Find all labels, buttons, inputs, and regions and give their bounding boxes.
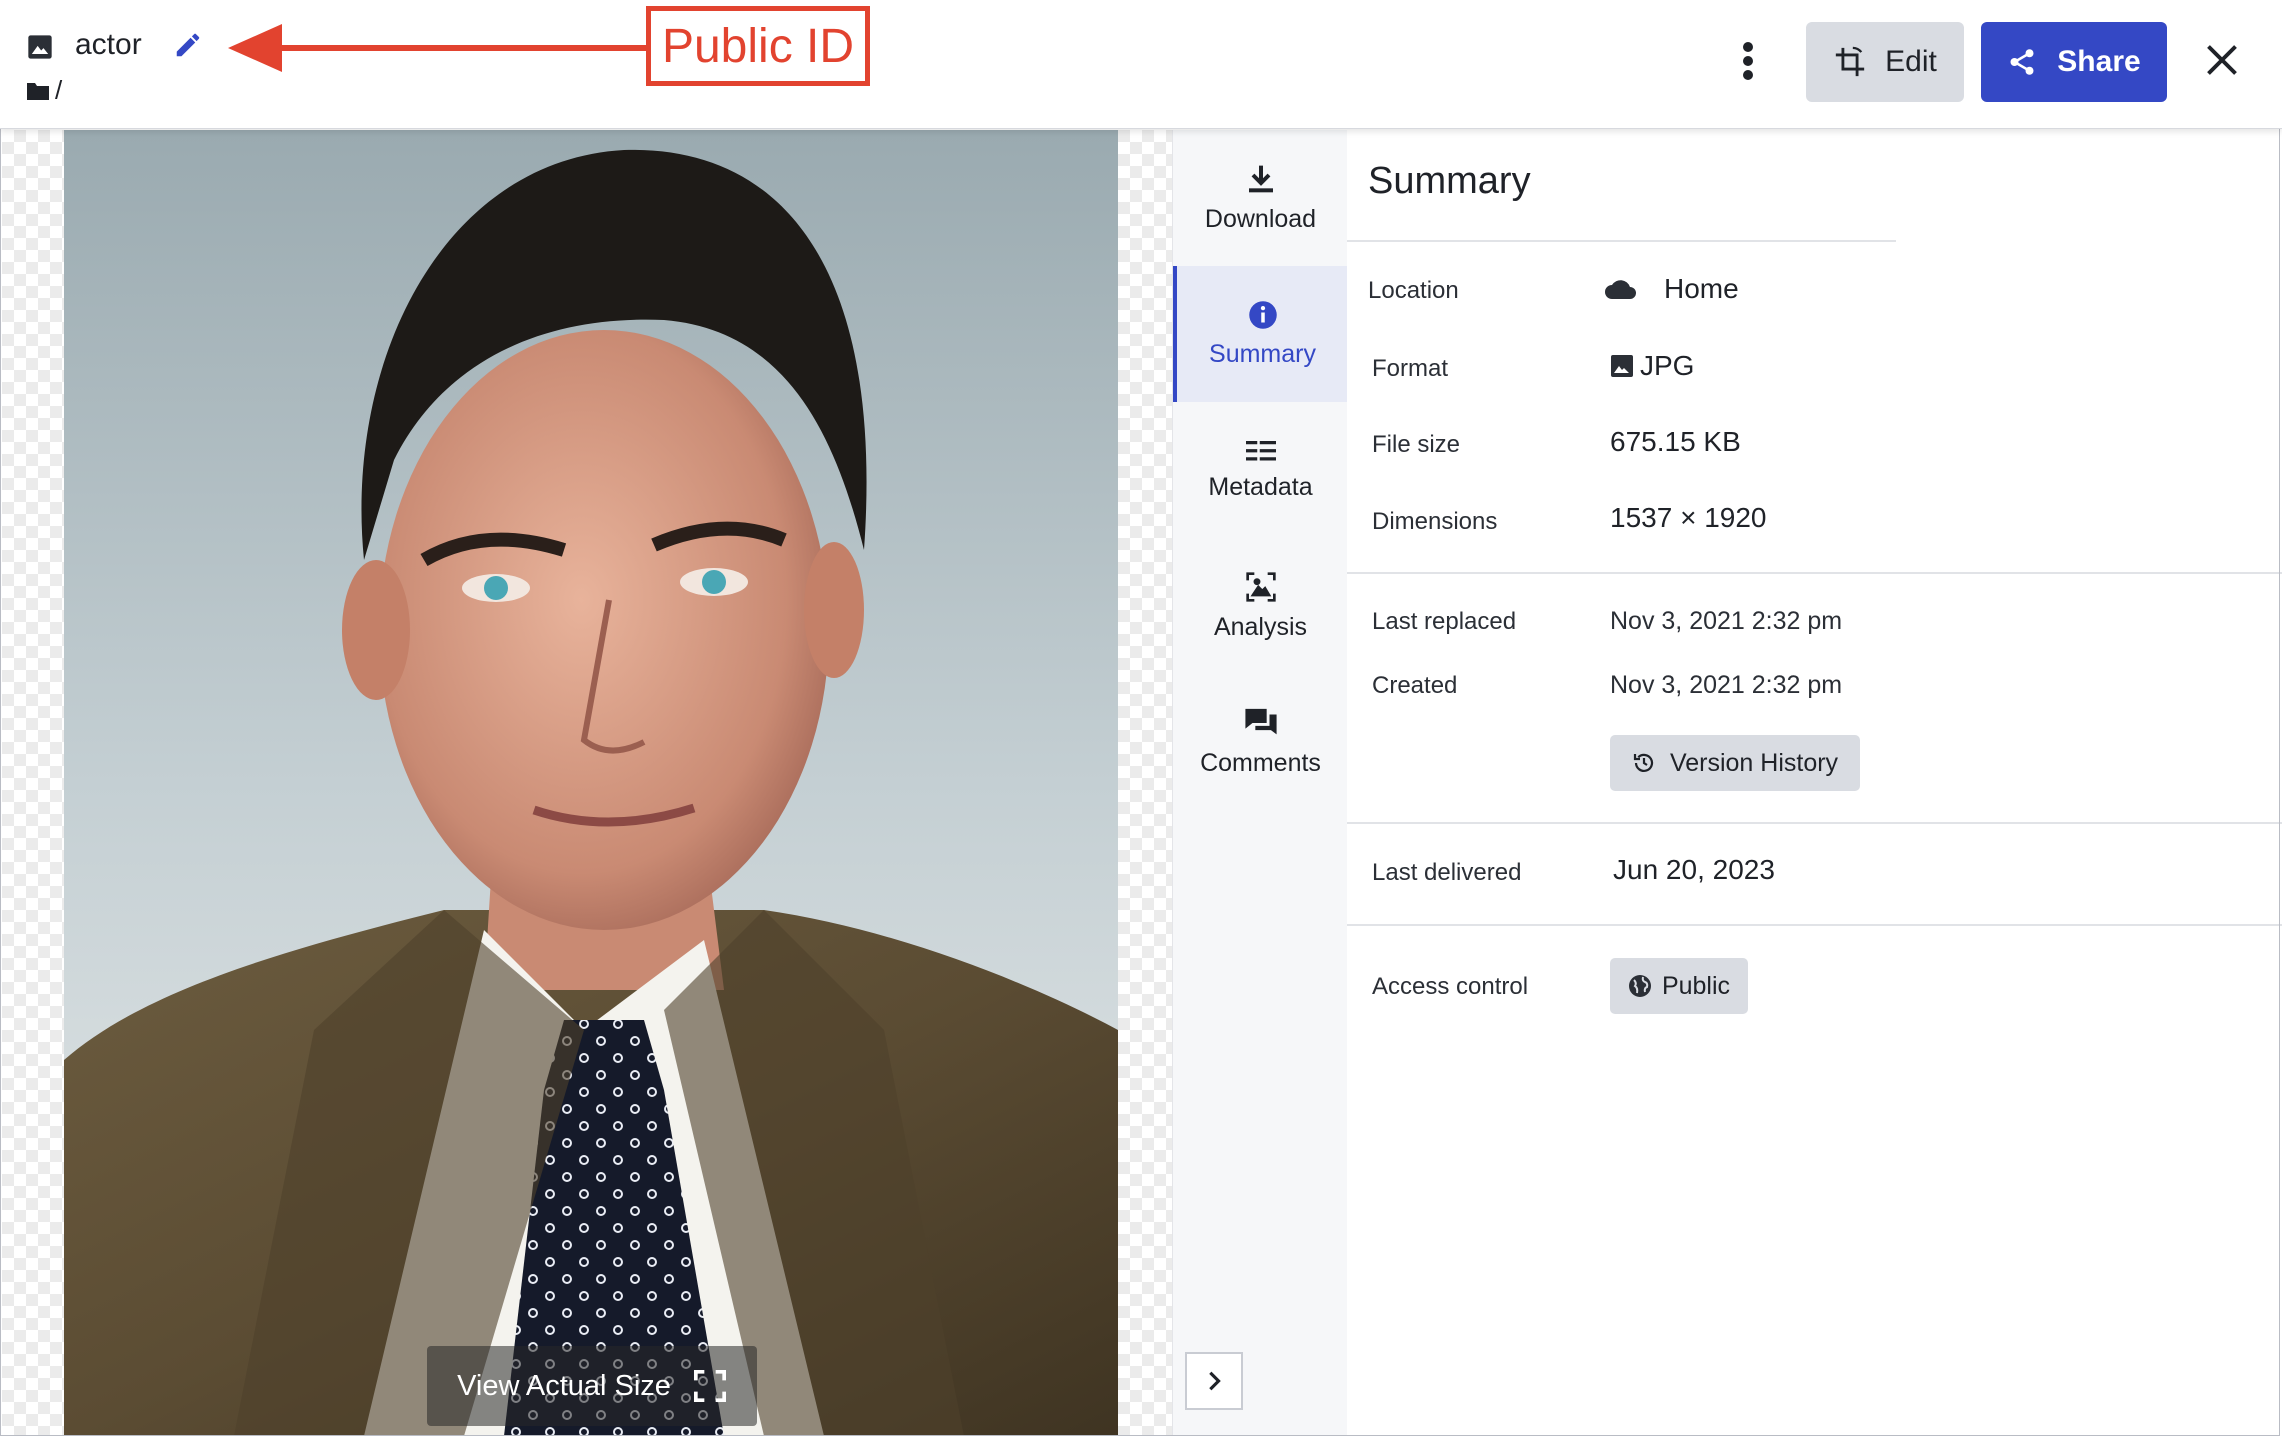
image-icon: [1611, 355, 1633, 377]
tab-download[interactable]: Download: [1173, 130, 1348, 266]
image-preview: View Actual Size: [2, 130, 1172, 1436]
last-replaced-value: Nov 3, 2021 2:32 pm: [1610, 607, 1843, 635]
divider: [1347, 240, 1896, 242]
asset-header: actor / Public ID Edit Share: [0, 0, 2282, 129]
version-history-label: Version History: [1669, 748, 1839, 777]
access-control-value: Public: [1661, 971, 1731, 1000]
more-options-button[interactable]: [1728, 26, 1768, 96]
tab-summary[interactable]: Summary: [1173, 266, 1348, 402]
download-icon: [1248, 165, 1273, 192]
view-actual-size-label: View Actual Size: [457, 1369, 671, 1402]
annotation-label: Public ID: [661, 19, 855, 73]
format-label: Format: [1372, 355, 1449, 382]
tab-analysis-label: Analysis: [1213, 612, 1308, 641]
view-actual-size-button[interactable]: View Actual Size: [427, 1346, 757, 1426]
share-icon: [2010, 49, 2034, 75]
cloud-icon: [1605, 280, 1636, 299]
location-label: Location: [1368, 277, 1459, 304]
list-icon: [1245, 440, 1276, 460]
more-vertical-icon: [1743, 42, 1753, 80]
location-value: Home: [1604, 273, 1739, 305]
format-value: JPG: [1610, 350, 1694, 382]
fullscreen-icon: [693, 1369, 726, 1403]
summary-panel: Summary Location Home Format JPG File si…: [1347, 130, 2282, 1436]
annotation-box: Public ID: [646, 6, 870, 86]
globe-icon: [1628, 975, 1651, 997]
crop-icon: [1835, 46, 1865, 77]
tab-metadata-label: Metadata: [1208, 472, 1313, 501]
portrait-photo[interactable]: [64, 130, 1118, 1436]
version-history-button[interactable]: Version History: [1610, 735, 1860, 791]
share-button[interactable]: Share: [1981, 22, 2167, 102]
close-button[interactable]: [2200, 38, 2244, 82]
dimensions-label: Dimensions: [1372, 508, 1498, 535]
public-id-text: actor: [75, 28, 142, 61]
last-delivered-value: Jun 20, 2023: [1613, 854, 1775, 885]
divider: [1347, 572, 2282, 574]
summary-title: Summary: [1368, 160, 1531, 202]
info-icon: [1248, 300, 1277, 329]
tab-comments-label: Comments: [1200, 748, 1321, 777]
folder-icon: [27, 83, 49, 100]
side-tab-rail: Download Summary Metadata Analysis Comme…: [1172, 130, 1348, 1436]
access-control-label: Access control: [1372, 973, 1529, 1000]
tab-download-label: Download: [1204, 204, 1317, 233]
format-value-text: JPG: [1640, 350, 1695, 381]
folder-path[interactable]: /: [55, 73, 62, 107]
tab-comments[interactable]: Comments: [1173, 674, 1348, 810]
last-replaced-label: Last replaced: [1372, 608, 1517, 635]
share-button-label: Share: [2057, 45, 2141, 78]
annotation-arrow-icon: [228, 24, 652, 72]
dimensions-value: 1537 × 1920: [1610, 502, 1767, 533]
tab-analysis[interactable]: Analysis: [1173, 538, 1348, 674]
created-label: Created: [1372, 672, 1458, 699]
file-size-label: File size: [1372, 431, 1461, 458]
divider: [1347, 924, 2282, 926]
location-value-text: Home: [1664, 273, 1739, 304]
tab-summary-label: Summary: [1209, 339, 1316, 368]
comments-icon: [1244, 708, 1277, 734]
edit-button[interactable]: Edit: [1806, 22, 1964, 102]
analysis-icon: [1245, 571, 1276, 602]
divider: [1347, 822, 2282, 824]
collapse-panel-button[interactable]: [1185, 1352, 1243, 1410]
created-value: Nov 3, 2021 2:32 pm: [1610, 671, 1843, 699]
access-control-badge[interactable]: Public: [1610, 958, 1748, 1014]
tab-metadata[interactable]: Metadata: [1173, 402, 1348, 538]
chevron-right-icon: [1209, 1371, 1221, 1391]
history-icon: [1633, 753, 1654, 772]
pencil-icon[interactable]: [173, 30, 203, 60]
image-icon: [28, 35, 52, 59]
last-delivered-label: Last delivered: [1372, 859, 1522, 886]
close-icon: [2207, 45, 2237, 75]
file-size-value: 675.15 KB: [1610, 426, 1741, 457]
edit-button-label: Edit: [1885, 45, 1937, 78]
